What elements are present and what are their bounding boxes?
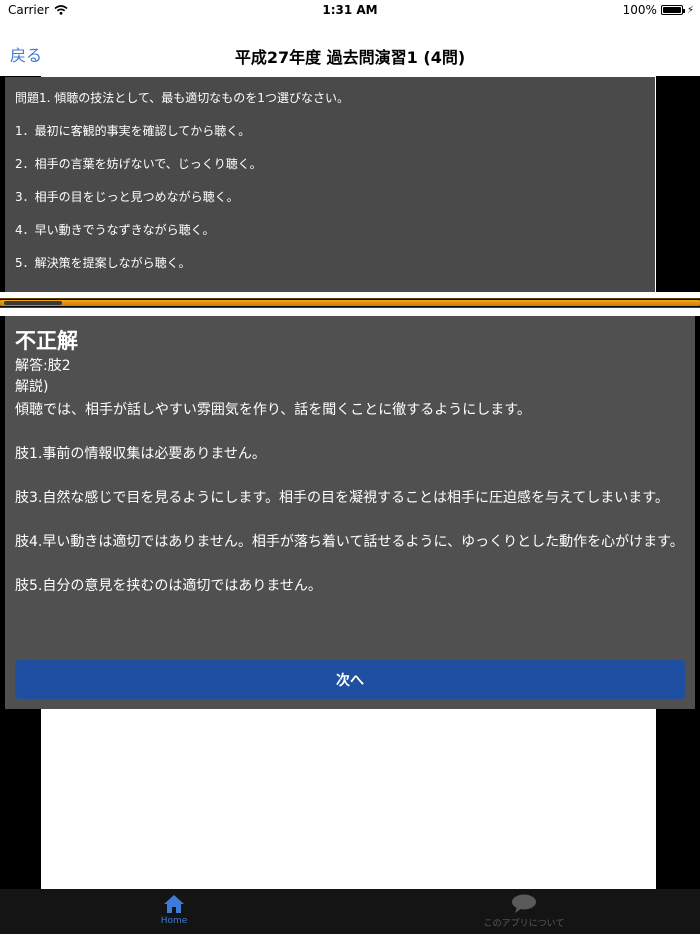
explanation-intro: 傾聴では、相手が話しやすい雰囲気を作り、話を聞くことに徹するようにします。	[15, 402, 531, 418]
next-button[interactable]: 次へ	[15, 660, 685, 699]
option-2: 2．相手の言葉を妨げないで、じっくり聴く。	[15, 157, 262, 171]
option-3: 3．相手の目をじっと見つめながら聴く。	[15, 190, 239, 204]
status-bar: Carrier 1:31 AM 100% ⚡	[0, 0, 700, 22]
page-title: 平成27年度 過去問演習1 (4問)	[234, 48, 466, 67]
answer-line: 解答:肢2	[15, 358, 71, 374]
explanation-label: 解説)	[15, 379, 49, 395]
battery-icon	[660, 5, 685, 15]
chat-bubble-icon	[512, 894, 536, 913]
option-1: 1．最初に客観的事実を確認してから聴く。	[15, 124, 251, 138]
question-prompt: 問題1. 傾聴の技法として、最も適切なものを1つ選びなさい。	[15, 91, 349, 105]
charging-icon: ⚡	[686, 4, 694, 16]
progress-thumb	[4, 301, 62, 305]
tab-about-label: このアプリについて	[483, 919, 565, 929]
status-time: 1:31 AM	[322, 3, 378, 17]
tab-bar: Home このアプリについて	[0, 889, 700, 934]
option-5: 5．解決策を提案しながら聴く。	[15, 256, 191, 270]
progress-bar	[0, 298, 700, 308]
progress-area	[0, 292, 700, 316]
explanation-note: 肢5.自分の意見を挟むのは適切ではありません。	[15, 578, 322, 594]
tab-about[interactable]: このアプリについて	[474, 894, 574, 929]
navigation-bar: 戻る 平成27年度 過去問演習1 (4問)	[0, 22, 700, 76]
tab-home[interactable]: Home	[124, 894, 224, 926]
explanation-note: 肢3.自然な感じで目を見るようにします。相手の目を凝視することは相手に圧迫感を与…	[15, 490, 669, 506]
tab-home-label: Home	[160, 916, 188, 926]
battery-group: 100% ⚡	[623, 3, 694, 17]
battery-percent: 100%	[622, 3, 657, 17]
progress-fill	[0, 300, 700, 306]
option-4: 4．早い動きでうなずきながら聴く。	[15, 223, 215, 237]
explanation-note: 肢4.早い動きは適切ではありません。相手が落ち着いて話せるように、ゆっくりとした…	[15, 534, 684, 550]
answer-panel: 不正解 解答:肢2 解説) 傾聴では、相手が話しやすい雰囲気を作り、話を聞くこと…	[5, 316, 695, 709]
question-panel: 問題1. 傾聴の技法として、最も適切なものを1つ選びなさい。 1．最初に客観的事…	[5, 77, 655, 292]
home-icon	[164, 895, 184, 913]
result-label: 不正解	[15, 329, 78, 353]
explanation-note: 肢1.事前の情報収集は必要ありません。	[15, 446, 266, 462]
